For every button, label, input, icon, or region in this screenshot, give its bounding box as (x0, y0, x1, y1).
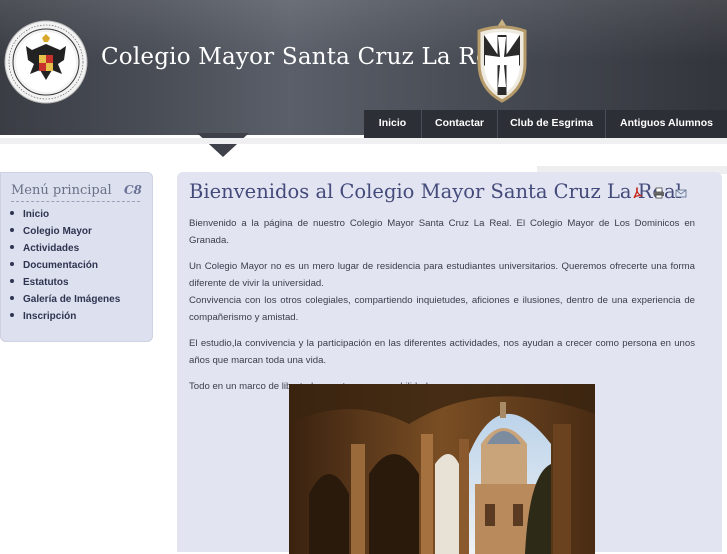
nav-club-de-esgrima[interactable]: Club de Esgrima (498, 110, 606, 138)
paragraph-intro: Bienvenido a la página de nuestro Colegi… (189, 218, 695, 246)
sidebar-item-inicio[interactable]: Inicio (10, 209, 120, 226)
bullet-icon (10, 262, 14, 267)
email-icon[interactable] (675, 187, 687, 199)
sidebar-item-galeria[interactable]: Galería de Imágenes (10, 294, 120, 311)
bullet-icon (10, 279, 14, 284)
main-content: Bienvenidos al Colegio Mayor Santa Cruz … (177, 172, 722, 554)
article-body: Bienvenido a la página de nuestro Colegi… (189, 215, 695, 404)
paragraph-colegio-mayor: Un Colegio Mayor no es un mero lugar de … (189, 261, 695, 289)
sidebar-item-actividades[interactable]: Actividades (10, 243, 120, 260)
university-seal-icon[interactable] (4, 20, 88, 104)
print-icon[interactable] (653, 187, 665, 199)
paragraph-estudio: El estudio,la convivencia y la participa… (189, 338, 695, 366)
bullet-icon (10, 228, 14, 233)
sidebar-main-menu: Menú principal C8 Inicio Colegio Mayor A… (0, 172, 153, 342)
sidebar-item-label[interactable]: Colegio Mayor (23, 226, 92, 237)
menu-divider (11, 201, 140, 202)
sidebar-item-label[interactable]: Inicio (23, 209, 49, 220)
page-title: Bienvenidos al Colegio Mayor Santa Cruz … (189, 180, 682, 203)
menu-list: Inicio Colegio Mayor Actividades Documen… (10, 209, 120, 328)
nav-antiguos-alumnos[interactable]: Antiguos Alumnos (606, 110, 727, 138)
bullet-icon (10, 296, 14, 301)
menu-title: Menú principal (11, 183, 112, 198)
menu-logo: C8 (124, 183, 142, 197)
bullet-icon (10, 313, 14, 318)
header-notch (197, 133, 249, 157)
sidebar-item-label[interactable]: Estatutos (23, 277, 69, 288)
sidebar-item-estatutos[interactable]: Estatutos (10, 277, 120, 294)
bullet-icon (10, 245, 14, 250)
paragraph-convivencia: Convivencia con los otros colegiales, co… (189, 295, 695, 323)
sidebar-item-documentacion[interactable]: Documentación (10, 260, 120, 277)
sidebar-item-colegio-mayor[interactable]: Colegio Mayor (10, 226, 120, 243)
sidebar-item-label[interactable]: Actividades (23, 243, 79, 254)
sidebar-item-label[interactable]: Inscripción (23, 311, 76, 322)
nav-inicio[interactable]: Inicio (364, 110, 422, 138)
cloister-photo (289, 384, 595, 554)
dominican-crest-icon (477, 19, 527, 103)
sidebar-item-label[interactable]: Documentación (23, 260, 98, 271)
site-title[interactable]: Colegio Mayor Santa Cruz La Real (101, 44, 511, 70)
top-nav: Inicio Contactar Club de Esgrima Antiguo… (364, 110, 727, 138)
bullet-icon (10, 211, 14, 216)
sidebar-item-inscripcion[interactable]: Inscripción (10, 311, 120, 328)
pdf-icon[interactable] (632, 187, 644, 199)
nav-contactar[interactable]: Contactar (422, 110, 498, 138)
header-bottom-band (0, 138, 727, 144)
sidebar-item-label[interactable]: Galería de Imágenes (23, 294, 120, 305)
